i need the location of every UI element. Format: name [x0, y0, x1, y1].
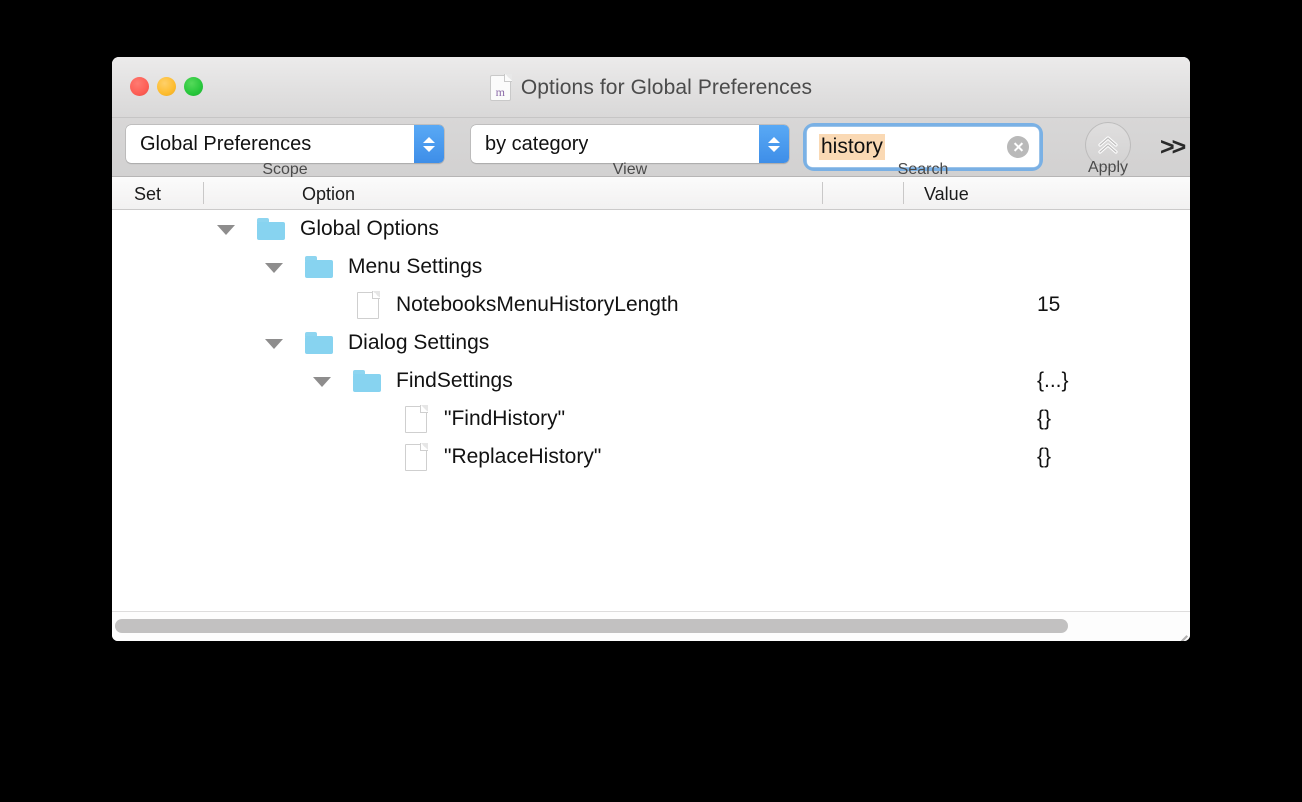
- toolbar-overflow-button[interactable]: >>: [1160, 133, 1186, 162]
- column-header-row: Set Option Value: [112, 177, 1190, 210]
- table-row[interactable]: FindSettings {...}: [112, 362, 1190, 400]
- title-area: m Options for Global Preferences: [112, 57, 1190, 118]
- folder-icon: [305, 256, 333, 278]
- disclosure-triangle-icon[interactable]: [217, 225, 235, 235]
- search-input-value: history: [819, 134, 885, 160]
- table-row[interactable]: "FindHistory" {}: [112, 400, 1190, 438]
- apply-control: Apply: [1055, 122, 1161, 176]
- scope-control: Global Preferences Scope: [126, 125, 456, 178]
- clear-icon[interactable]: [1007, 136, 1029, 158]
- tree-row-label: NotebooksMenuHistoryLength: [396, 293, 679, 316]
- horizontal-scrollbar-area: [112, 611, 1190, 641]
- folder-icon: [305, 332, 333, 354]
- tree-row-label: "ReplaceHistory": [444, 445, 602, 468]
- chevron-updown-icon[interactable]: [414, 125, 444, 163]
- disclosure-triangle-icon[interactable]: [265, 339, 283, 349]
- disclosure-triangle-icon[interactable]: [265, 263, 283, 273]
- table-row[interactable]: Global Options: [112, 210, 1190, 248]
- options-tree: Global Options Menu Settings NotebooksMe…: [112, 210, 1190, 572]
- table-row[interactable]: Menu Settings: [112, 248, 1190, 286]
- file-icon: [357, 291, 380, 319]
- view-control: by category View: [471, 125, 801, 178]
- document-icon-letter: m: [495, 84, 506, 99]
- tree-row-label: Dialog Settings: [348, 331, 490, 354]
- scope-popup-value: Global Preferences: [140, 132, 312, 155]
- column-divider[interactable]: [203, 182, 204, 204]
- column-header-value[interactable]: Value: [924, 184, 969, 205]
- folder-icon: [257, 218, 285, 240]
- file-icon: [405, 405, 428, 433]
- disclosure-triangle-icon[interactable]: [313, 377, 331, 387]
- tree-row-label: Global Options: [300, 217, 439, 240]
- title-bar[interactable]: m Options for Global Preferences: [112, 57, 1190, 118]
- tree-row-label: Menu Settings: [348, 255, 483, 278]
- folder-icon: [353, 370, 381, 392]
- document-icon: m: [489, 73, 512, 101]
- table-row[interactable]: "ReplaceHistory" {}: [112, 438, 1190, 476]
- horizontal-scrollbar-thumb[interactable]: [115, 619, 1068, 633]
- resize-grip-icon[interactable]: [1169, 620, 1188, 641]
- tree-row-label: FindSettings: [396, 369, 513, 392]
- tree-row-value: {}: [1037, 445, 1052, 468]
- table-row[interactable]: NotebooksMenuHistoryLength 15: [112, 286, 1190, 324]
- toolbar: Global Preferences Scope by category Vie…: [112, 118, 1190, 178]
- tree-row-value: {}: [1037, 407, 1052, 430]
- column-divider[interactable]: [822, 182, 823, 204]
- horizontal-scrollbar-track[interactable]: [112, 617, 1168, 635]
- column-header-option[interactable]: Option: [302, 184, 355, 205]
- view-popup-button[interactable]: by category: [471, 125, 789, 163]
- column-header-set[interactable]: Set: [134, 184, 161, 205]
- table-row[interactable]: Dialog Settings: [112, 324, 1190, 362]
- chevron-updown-icon[interactable]: [759, 125, 789, 163]
- tree-row-value: {...}: [1037, 369, 1069, 392]
- file-icon: [405, 443, 428, 471]
- column-divider[interactable]: [903, 182, 904, 204]
- apply-label: Apply: [1087, 159, 1129, 176]
- scope-popup-button[interactable]: Global Preferences: [126, 125, 444, 163]
- tree-row-value: 15: [1037, 293, 1061, 316]
- tree-row-label: "FindHistory": [444, 407, 566, 430]
- view-popup-value: by category: [485, 132, 589, 155]
- option-inspector-window: m Options for Global Preferences Global …: [112, 57, 1190, 641]
- window-title: Options for Global Preferences: [520, 75, 813, 99]
- double-chevron-up-icon: [1098, 136, 1118, 154]
